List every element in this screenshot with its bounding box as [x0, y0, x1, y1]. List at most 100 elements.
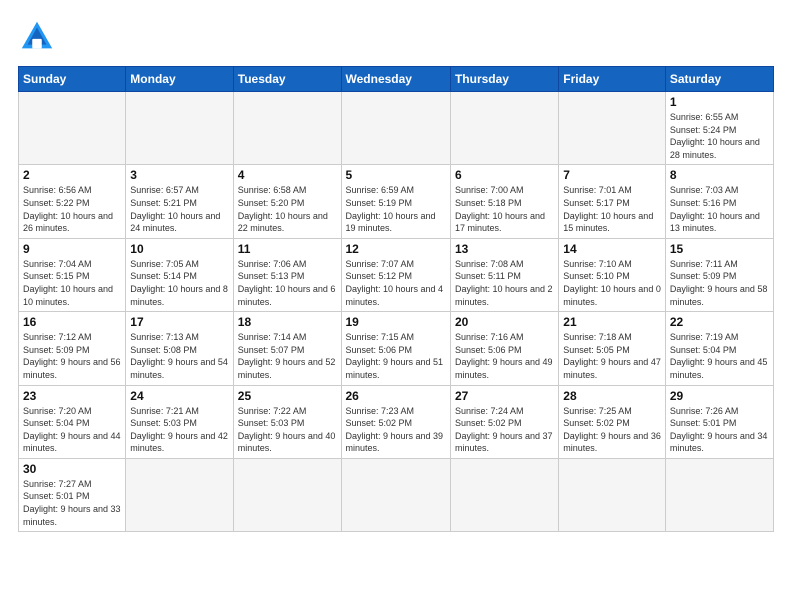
day-number: 27 — [455, 389, 554, 403]
calendar-cell: 1 Sunrise: 6:55 AM Sunset: 5:24 PM Daylig… — [665, 92, 773, 165]
calendar-header-tuesday: Tuesday — [233, 67, 341, 92]
day-number: 30 — [23, 462, 121, 476]
day-info: Sunrise: 7:15 AM Sunset: 5:06 PM Dayligh… — [346, 331, 446, 381]
day-info: Sunrise: 7:26 AM Sunset: 5:01 PM Dayligh… — [670, 405, 769, 455]
day-info: Sunrise: 7:03 AM Sunset: 5:16 PM Dayligh… — [670, 184, 769, 234]
calendar-cell: 17 Sunrise: 7:13 AM Sunset: 5:08 PM Dayli… — [126, 312, 233, 385]
day-number: 1 — [670, 95, 769, 109]
calendar-cell: 12 Sunrise: 7:07 AM Sunset: 5:12 PM Dayli… — [341, 238, 450, 311]
day-info: Sunrise: 7:07 AM Sunset: 5:12 PM Dayligh… — [346, 258, 446, 308]
calendar-cell — [450, 458, 558, 531]
day-number: 17 — [130, 315, 228, 329]
calendar-cell: 21 Sunrise: 7:18 AM Sunset: 5:05 PM Dayli… — [559, 312, 666, 385]
calendar-cell: 6 Sunrise: 7:00 AM Sunset: 5:18 PM Daylig… — [450, 165, 558, 238]
day-number: 11 — [238, 242, 337, 256]
calendar-header-friday: Friday — [559, 67, 666, 92]
calendar-cell: 4Sunrise: 6:58 AM Sunset: 5:20 PM Daylig… — [233, 165, 341, 238]
day-info: Sunrise: 7:27 AM Sunset: 5:01 PM Dayligh… — [23, 478, 121, 528]
day-info: Sunrise: 7:08 AM Sunset: 5:11 PM Dayligh… — [455, 258, 554, 308]
day-info: Sunrise: 7:13 AM Sunset: 5:08 PM Dayligh… — [130, 331, 228, 381]
calendar-cell: 10Sunrise: 7:05 AM Sunset: 5:14 PM Dayli… — [126, 238, 233, 311]
day-info: Sunrise: 7:20 AM Sunset: 5:04 PM Dayligh… — [23, 405, 121, 455]
day-info: Sunrise: 7:21 AM Sunset: 5:03 PM Dayligh… — [130, 405, 228, 455]
day-number: 4 — [238, 168, 337, 182]
day-info: Sunrise: 6:55 AM Sunset: 5:24 PM Dayligh… — [670, 111, 769, 161]
calendar-week-0: 1 Sunrise: 6:55 AM Sunset: 5:24 PM Daylig… — [19, 92, 774, 165]
calendar-header-saturday: Saturday — [665, 67, 773, 92]
day-number: 5 — [346, 168, 446, 182]
day-number: 23 — [23, 389, 121, 403]
day-number: 7 — [563, 168, 661, 182]
day-number: 6 — [455, 168, 554, 182]
calendar-cell: 2 Sunrise: 6:56 AM Sunset: 5:22 PM Daylig… — [19, 165, 126, 238]
page-header — [18, 18, 774, 56]
day-number: 28 — [563, 389, 661, 403]
calendar-week-5: 30 Sunrise: 7:27 AM Sunset: 5:01 PM Dayli… — [19, 458, 774, 531]
day-number: 21 — [563, 315, 661, 329]
calendar-cell: 16Sunrise: 7:12 AM Sunset: 5:09 PM Dayli… — [19, 312, 126, 385]
calendar-cell: 28 Sunrise: 7:25 AM Sunset: 5:02 PM Dayli… — [559, 385, 666, 458]
day-info: Sunrise: 7:11 AM Sunset: 5:09 PM Dayligh… — [670, 258, 769, 308]
day-info: Sunrise: 7:01 AM Sunset: 5:17 PM Dayligh… — [563, 184, 661, 234]
logo-icon — [18, 18, 56, 56]
calendar-cell — [559, 458, 666, 531]
day-number: 9 — [23, 242, 121, 256]
calendar-cell: 29 Sunrise: 7:26 AM Sunset: 5:01 PM Dayli… — [665, 385, 773, 458]
day-number: 13 — [455, 242, 554, 256]
day-info: Sunrise: 6:56 AM Sunset: 5:22 PM Dayligh… — [23, 184, 121, 234]
day-number: 14 — [563, 242, 661, 256]
calendar-cell: 20 Sunrise: 7:16 AM Sunset: 5:06 PM Dayli… — [450, 312, 558, 385]
day-info: Sunrise: 7:06 AM Sunset: 5:13 PM Dayligh… — [238, 258, 337, 308]
day-info: Sunrise: 7:12 AM Sunset: 5:09 PM Dayligh… — [23, 331, 121, 381]
calendar-cell: 3Sunrise: 6:57 AM Sunset: 5:21 PM Daylig… — [126, 165, 233, 238]
calendar: SundayMondayTuesdayWednesdayThursdayFrid… — [18, 66, 774, 532]
calendar-cell — [341, 92, 450, 165]
calendar-cell — [665, 458, 773, 531]
calendar-cell: 25 Sunrise: 7:22 AM Sunset: 5:03 PM Dayli… — [233, 385, 341, 458]
day-number: 15 — [670, 242, 769, 256]
calendar-cell: 19 Sunrise: 7:15 AM Sunset: 5:06 PM Dayli… — [341, 312, 450, 385]
calendar-cell: 14Sunrise: 7:10 AM Sunset: 5:10 PM Dayli… — [559, 238, 666, 311]
calendar-cell: 24 Sunrise: 7:21 AM Sunset: 5:03 PM Dayli… — [126, 385, 233, 458]
calendar-cell: 27Sunrise: 7:24 AM Sunset: 5:02 PM Dayli… — [450, 385, 558, 458]
day-info: Sunrise: 7:04 AM Sunset: 5:15 PM Dayligh… — [23, 258, 121, 308]
calendar-cell — [341, 458, 450, 531]
calendar-cell: 15 Sunrise: 7:11 AM Sunset: 5:09 PM Dayli… — [665, 238, 773, 311]
calendar-header-row: SundayMondayTuesdayWednesdayThursdayFrid… — [19, 67, 774, 92]
calendar-cell — [126, 92, 233, 165]
day-number: 29 — [670, 389, 769, 403]
calendar-cell: 30 Sunrise: 7:27 AM Sunset: 5:01 PM Dayli… — [19, 458, 126, 531]
calendar-cell: 13 Sunrise: 7:08 AM Sunset: 5:11 PM Dayli… — [450, 238, 558, 311]
calendar-header-sunday: Sunday — [19, 67, 126, 92]
day-info: Sunrise: 7:23 AM Sunset: 5:02 PM Dayligh… — [346, 405, 446, 455]
calendar-cell: 11 Sunrise: 7:06 AM Sunset: 5:13 PM Dayli… — [233, 238, 341, 311]
calendar-cell: 26 Sunrise: 7:23 AM Sunset: 5:02 PM Dayli… — [341, 385, 450, 458]
calendar-week-3: 16Sunrise: 7:12 AM Sunset: 5:09 PM Dayli… — [19, 312, 774, 385]
calendar-cell — [233, 92, 341, 165]
day-info: Sunrise: 7:18 AM Sunset: 5:05 PM Dayligh… — [563, 331, 661, 381]
calendar-cell: 22 Sunrise: 7:19 AM Sunset: 5:04 PM Dayli… — [665, 312, 773, 385]
day-number: 20 — [455, 315, 554, 329]
calendar-cell — [559, 92, 666, 165]
day-info: Sunrise: 7:25 AM Sunset: 5:02 PM Dayligh… — [563, 405, 661, 455]
day-info: Sunrise: 7:16 AM Sunset: 5:06 PM Dayligh… — [455, 331, 554, 381]
day-info: Sunrise: 7:19 AM Sunset: 5:04 PM Dayligh… — [670, 331, 769, 381]
day-number: 25 — [238, 389, 337, 403]
calendar-cell: 23 Sunrise: 7:20 AM Sunset: 5:04 PM Dayli… — [19, 385, 126, 458]
day-number: 18 — [238, 315, 337, 329]
day-info: Sunrise: 7:22 AM Sunset: 5:03 PM Dayligh… — [238, 405, 337, 455]
calendar-cell — [126, 458, 233, 531]
day-number: 24 — [130, 389, 228, 403]
day-number: 22 — [670, 315, 769, 329]
day-info: Sunrise: 7:05 AM Sunset: 5:14 PM Dayligh… — [130, 258, 228, 308]
day-info: Sunrise: 6:57 AM Sunset: 5:21 PM Dayligh… — [130, 184, 228, 234]
day-number: 26 — [346, 389, 446, 403]
calendar-header-monday: Monday — [126, 67, 233, 92]
day-number: 12 — [346, 242, 446, 256]
logo — [18, 18, 62, 56]
day-number: 2 — [23, 168, 121, 182]
calendar-cell — [233, 458, 341, 531]
day-info: Sunrise: 7:00 AM Sunset: 5:18 PM Dayligh… — [455, 184, 554, 234]
day-number: 19 — [346, 315, 446, 329]
calendar-week-1: 2 Sunrise: 6:56 AM Sunset: 5:22 PM Daylig… — [19, 165, 774, 238]
